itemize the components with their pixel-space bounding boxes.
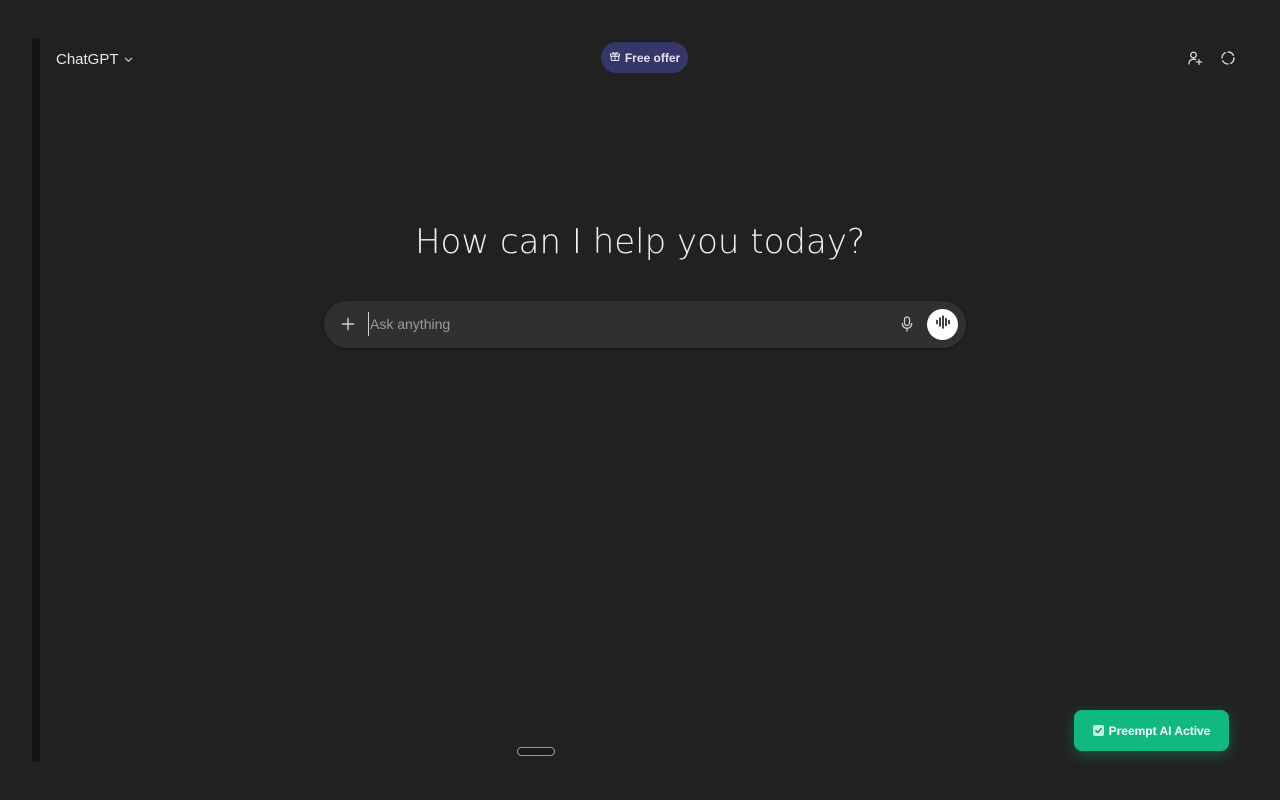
page-title: How can I help you today? bbox=[414, 222, 865, 262]
dashed-circle-icon[interactable] bbox=[1217, 47, 1239, 69]
chevron-down-icon bbox=[123, 54, 134, 65]
checkbox-icon bbox=[1092, 725, 1104, 736]
scroll-indicator[interactable] bbox=[517, 747, 555, 756]
waveform-icon bbox=[935, 315, 951, 334]
prompt-input[interactable] bbox=[368, 312, 890, 336]
preempt-status-badge[interactable]: Preempt AI Active bbox=[1074, 710, 1229, 751]
model-selector[interactable]: ChatGPT bbox=[56, 48, 134, 70]
gift-icon bbox=[609, 50, 621, 65]
voice-mode-button[interactable] bbox=[927, 309, 958, 340]
add-user-icon[interactable] bbox=[1184, 47, 1206, 69]
prompt-composer bbox=[324, 301, 966, 348]
sidebar-edge bbox=[32, 38, 40, 762]
app-window bbox=[32, 38, 1248, 762]
free-offer-label: Free offer bbox=[624, 50, 681, 65]
preempt-status-label: Preempt AI Active bbox=[1108, 723, 1211, 738]
model-name: ChatGPT bbox=[56, 50, 119, 68]
free-offer-button[interactable]: Free offer bbox=[601, 42, 688, 73]
microphone-icon[interactable] bbox=[896, 313, 918, 335]
plus-icon[interactable] bbox=[337, 313, 359, 335]
